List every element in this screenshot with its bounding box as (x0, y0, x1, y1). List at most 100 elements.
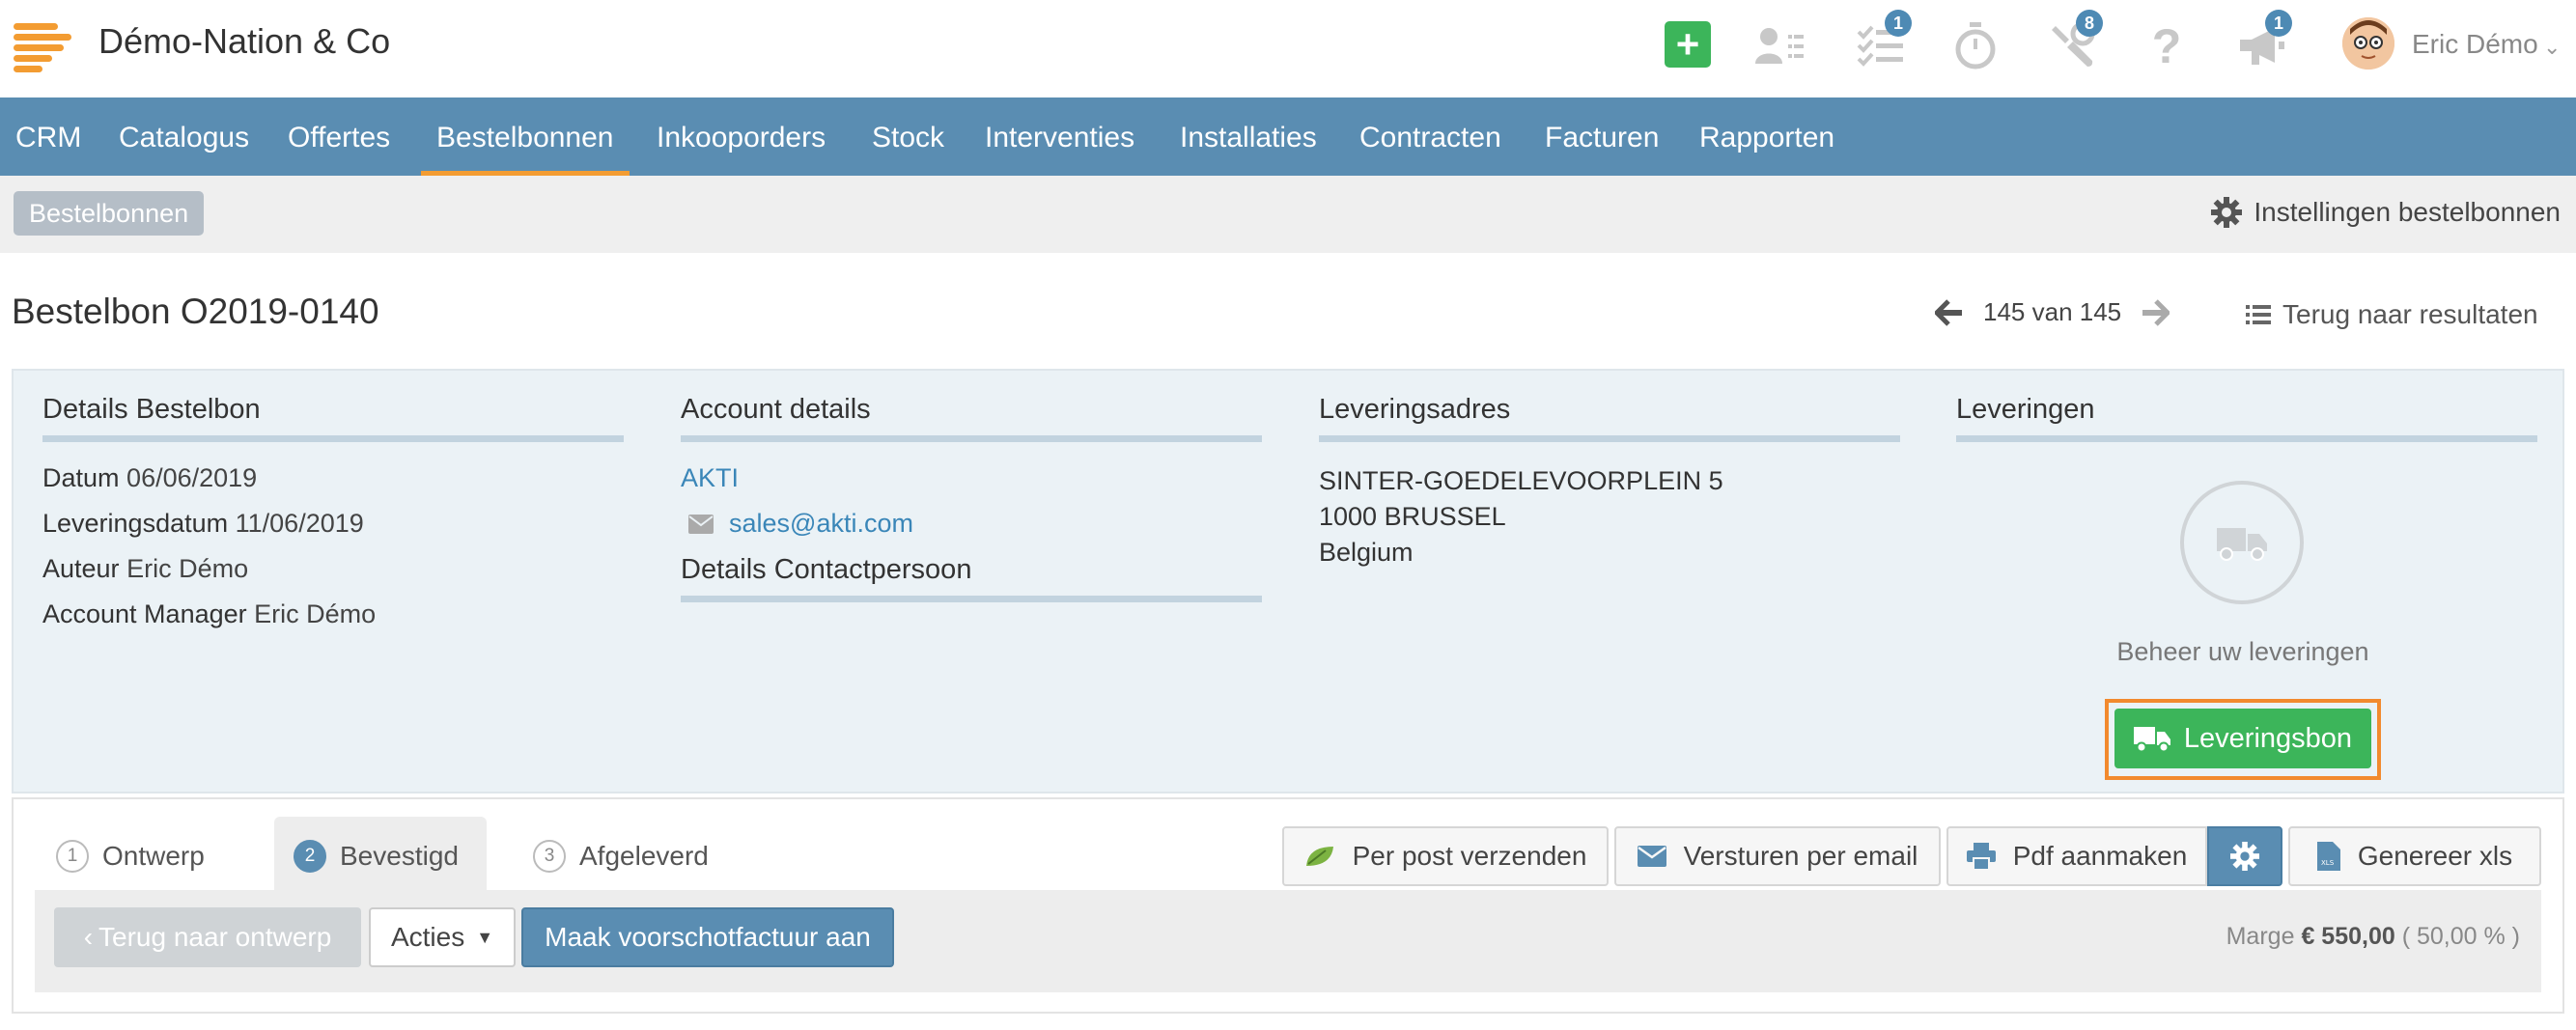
step-label: Afgeleverd (579, 841, 709, 871)
chevron-down-icon[interactable]: ⌄ (2543, 35, 2561, 60)
step-label: Bevestigd (340, 841, 459, 871)
send-by-post-button[interactable]: Per post verzenden (1282, 826, 1609, 886)
address-line-2: 1000 BRUSSEL (1319, 502, 1506, 531)
delivery-note-label: Leveringsbon (2183, 722, 2353, 754)
account-email-link[interactable]: sales@akti.com (729, 509, 913, 539)
step-ontwerp[interactable]: 1 Ontwerp (37, 817, 224, 896)
back-to-draft-label: Terug naar ontwerp (98, 922, 332, 952)
help-icon[interactable]: ? (2138, 17, 2196, 75)
gear-icon (2230, 842, 2259, 871)
margin-summary: Marge € 550,00 ( 50,00 % ) (2226, 923, 2520, 951)
nav-item-facturen[interactable]: Facturen (1529, 97, 1674, 176)
envelope-icon (1637, 846, 1666, 867)
datum-label: Datum (42, 463, 120, 492)
tasks-icon[interactable]: 1 (1852, 10, 1912, 75)
contacts-icon[interactable] (1751, 17, 1809, 75)
auteur-label: Auteur (42, 554, 120, 583)
step-number: 2 (294, 840, 326, 873)
manager-value: Eric Démo (254, 599, 377, 628)
actions-dropdown[interactable]: Acties ▼ (369, 907, 516, 967)
margin-label: Marge (2226, 923, 2295, 950)
nav-item-rapporten[interactable]: Rapporten (1684, 97, 1850, 176)
back-to-results-link[interactable]: Terug naar resultaten (2246, 299, 2538, 330)
create-pdf-button[interactable]: Pdf aanmaken (1946, 826, 2207, 886)
account-link[interactable]: AKTI (681, 463, 739, 492)
order-details-heading: Details Bestelbon (42, 394, 624, 442)
delivery-address-column: Leveringsadres SINTER-GOEDELEVOORPLEIN 5… (1319, 394, 1900, 571)
workflow-area: 1 Ontwerp 2 Bevestigd 3 Afgeleverd Per p… (12, 797, 2564, 1014)
pdf-settings-button[interactable] (2207, 826, 2282, 886)
step-afgeleverd[interactable]: 3 Afgeleverd (514, 817, 728, 896)
address-line-3: Belgium (1319, 538, 1414, 567)
contact-details-heading: Details Contactpersoon (681, 554, 1262, 602)
actions-label: Acties (390, 922, 465, 952)
margin-value: € 550,00 (2301, 923, 2395, 950)
breadcrumb[interactable]: Bestelbonnen (14, 191, 205, 236)
arrow-right-icon[interactable] (2141, 298, 2170, 326)
app-logo[interactable] (14, 23, 73, 72)
tools-icon[interactable]: 8 (2043, 10, 2103, 75)
envelope-icon (688, 514, 714, 534)
step-label: Ontwerp (102, 841, 205, 871)
nav-item-catalogus[interactable]: Catalogus (103, 97, 265, 176)
timer-icon[interactable] (1946, 17, 2004, 75)
nav-item-stock[interactable]: Stock (856, 97, 960, 176)
arrow-left-icon[interactable] (1935, 298, 1964, 326)
delivery-address-heading: Leveringsadres (1319, 394, 1900, 442)
account-details-heading: Account details (681, 394, 1262, 442)
delivery-truck-icon (2180, 481, 2304, 604)
back-to-results-label: Terug naar resultaten (2282, 299, 2538, 329)
page-title: Bestelbon O2019-0140 (12, 292, 379, 331)
delivery-note-button[interactable]: Leveringsbon (2114, 709, 2371, 768)
address-line-1: SINTER-GOEDELEVOORPLEIN 5 (1319, 466, 1723, 495)
deliveries-column: Leveringen (1956, 394, 2537, 463)
nav-item-bestelbonnen[interactable]: Bestelbonnen (421, 97, 630, 176)
create-pdf-label: Pdf aanmaken (2012, 841, 2188, 871)
send-by-email-label: Versturen per email (1683, 841, 1918, 871)
settings-link[interactable]: Instellingen bestelbonnen (2211, 197, 2561, 228)
svg-text:XLS: XLS (2321, 859, 2335, 867)
leveringsdatum-row: Leveringsdatum 11/06/2019 (42, 509, 624, 539)
sub-bar: Bestelbonnen Instellingen bestelbonnen (0, 176, 2576, 253)
manage-deliveries-text: Beheer uw leveringen (2116, 637, 2369, 666)
nav-item-contracten[interactable]: Contracten (1344, 97, 1517, 176)
printer-icon (1966, 843, 1996, 870)
settings-label: Instellingen bestelbonnen (2254, 197, 2561, 227)
nav-item-inkooporders[interactable]: Inkooporders (641, 97, 841, 176)
pager-text: 145 van 145 (1983, 297, 2122, 326)
tools-badge: 8 (2076, 10, 2103, 37)
back-to-draft-button[interactable]: ‹ Terug naar ontwerp (54, 907, 361, 967)
caret-down-icon: ▼ (476, 927, 494, 947)
truck-icon (2133, 727, 2170, 752)
avatar[interactable] (2342, 17, 2394, 70)
tasks-badge: 1 (1885, 10, 1912, 37)
add-icon[interactable]: + (1665, 21, 1711, 68)
nav-item-crm[interactable]: CRM (0, 97, 97, 176)
xls-file-icon: XLS (2316, 842, 2340, 871)
nav-item-interventies[interactable]: Interventies (969, 97, 1150, 176)
actions-bar: ‹ Terug naar ontwerp Acties ▼ Maak voors… (35, 890, 2541, 992)
auteur-value: Eric Démo (126, 554, 249, 583)
company-name[interactable]: Démo-Nation & Co (98, 21, 390, 62)
top-bar: Démo-Nation & Co + 1 8 ? 1 Eric Démo ⌄ (0, 0, 2576, 97)
user-menu-name[interactable]: Eric Démo (2412, 29, 2538, 60)
gear-icon (2211, 197, 2243, 228)
nav-item-installaties[interactable]: Installaties (1164, 97, 1332, 176)
generate-xls-button[interactable]: XLS Genereer xls (2288, 826, 2541, 886)
send-by-email-button[interactable]: Versturen per email (1614, 826, 1941, 886)
leveringsdatum-label: Leveringsdatum (42, 509, 229, 538)
leaf-icon (1305, 847, 1333, 866)
announcements-icon[interactable]: 1 (2232, 10, 2292, 75)
step-number: 1 (56, 840, 89, 873)
datum-value: 06/06/2019 (126, 463, 258, 492)
manager-label: Account Manager (42, 599, 247, 628)
account-details-column: Account details AKTI sales@akti.com Deta… (681, 394, 1262, 624)
send-by-post-label: Per post verzenden (1352, 841, 1587, 871)
create-advance-invoice-button[interactable]: Maak voorschotfactuur aan (521, 907, 894, 967)
nav-item-offertes[interactable]: Offertes (272, 97, 406, 176)
datum-row: Datum 06/06/2019 (42, 463, 624, 493)
generate-xls-label: Genereer xls (2357, 841, 2513, 871)
main-nav: CRM Catalogus Offertes Bestelbonnen Inko… (0, 97, 2576, 176)
step-bevestigd[interactable]: 2 Bevestigd (274, 817, 487, 896)
step-number: 3 (533, 840, 566, 873)
